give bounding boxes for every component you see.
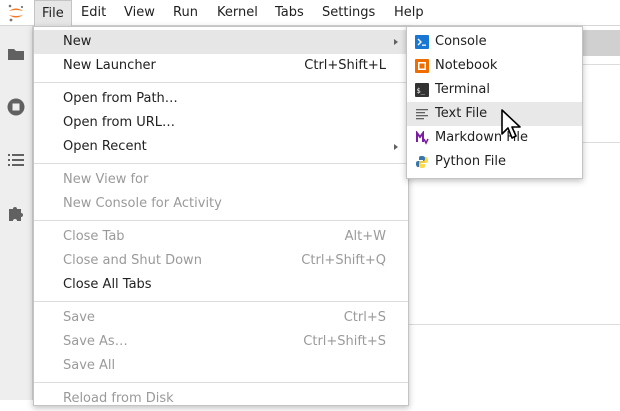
menu-item-label: Open from Path… (63, 91, 178, 106)
menu-run[interactable]: Run (166, 0, 205, 26)
menu-view[interactable]: View (117, 0, 162, 26)
menu-settings[interactable]: Settings (315, 0, 382, 26)
shortcut-label: Ctrl+Shift+L (304, 58, 386, 73)
menu-item-close-all-tabs[interactable]: Close All Tabs (34, 273, 408, 297)
menu-separator (34, 301, 408, 302)
new-submenu: Console Notebook $_ Terminal Text File M… (406, 26, 583, 179)
submenu-item-label: Console (435, 34, 487, 49)
menu-item-label: Close and Shut Down (63, 253, 202, 268)
menu-item-open-recent[interactable]: Open Recent (34, 135, 408, 159)
menu-item-save-all: Save All (34, 354, 408, 378)
menu-edit[interactable]: Edit (74, 0, 113, 26)
menu-file[interactable]: File (34, 0, 72, 26)
svg-text:$_: $_ (417, 87, 426, 95)
menu-item-new-launcher[interactable]: New Launcher Ctrl+Shift+L (34, 54, 408, 78)
submenu-item-markdown-file[interactable]: Markdown File (407, 126, 582, 150)
menu-item-open-from-path[interactable]: Open from Path… (34, 87, 408, 111)
menu-help[interactable]: Help (387, 0, 431, 26)
mouse-pointer-icon (501, 109, 521, 139)
shortcut-label: Alt+W (344, 229, 386, 244)
terminal-icon: $_ (415, 83, 429, 97)
submenu-arrow-icon (394, 39, 398, 45)
file-menu: New New Launcher Ctrl+Shift+L Open from … (33, 26, 409, 406)
toc-icon[interactable] (6, 150, 26, 170)
submenu-item-label: Text File (435, 106, 488, 121)
console-icon (415, 35, 429, 49)
menu-kernel[interactable]: Kernel (210, 0, 265, 26)
python-icon (416, 156, 428, 168)
menu-item-label: New View for (63, 172, 149, 187)
submenu-item-console[interactable]: Console (407, 30, 582, 54)
menu-item-open-from-url[interactable]: Open from URL… (34, 111, 408, 135)
menu-item-close-and-shut-down: Close and Shut Down Ctrl+Shift+Q (34, 249, 408, 273)
markdown-icon (416, 131, 429, 145)
submenu-item-text-file[interactable]: Text File (407, 102, 582, 126)
menu-item-save-as: Save As… Ctrl+Shift+S (34, 330, 408, 354)
menu-item-label: Save (63, 310, 95, 325)
running-icon[interactable] (6, 97, 26, 117)
background-tab-bar (582, 30, 620, 56)
shortcut-label: Ctrl+S (343, 310, 386, 325)
menu-tabs[interactable]: Tabs (268, 0, 311, 26)
menu-item-label: New Console for Activity (63, 196, 222, 211)
submenu-item-notebook[interactable]: Notebook (407, 54, 582, 78)
menu-item-label: Reload from Disk (63, 391, 174, 406)
menu-item-label: Save As… (63, 334, 128, 349)
menu-item-label: Close Tab (63, 229, 125, 244)
submenu-item-label: Terminal (435, 82, 490, 97)
menu-item-reload-from-disk: Reload from Disk (34, 387, 408, 411)
menu-item-label: New (63, 34, 92, 49)
menu-item-label: Save All (63, 358, 116, 373)
submenu-item-terminal[interactable]: $_ Terminal (407, 78, 582, 102)
menu-item-save: Save Ctrl+S (34, 306, 408, 330)
submenu-item-label: Notebook (435, 58, 498, 73)
notebook-icon (415, 59, 429, 73)
menubar: File Edit View Run Kernel Tabs Settings … (0, 0, 620, 26)
left-sidebar (0, 26, 33, 400)
menu-item-label: Open Recent (63, 139, 147, 154)
shortcut-label: Ctrl+Shift+Q (301, 253, 386, 268)
jupyter-logo-icon[interactable] (6, 3, 26, 23)
extension-icon[interactable] (6, 203, 26, 223)
divider (409, 324, 620, 325)
menu-item-label: Close All Tabs (63, 277, 152, 292)
text-file-icon (416, 109, 428, 120)
menu-item-new-view-for: New View for (34, 168, 408, 192)
menu-item-new[interactable]: New (34, 30, 408, 54)
folder-icon[interactable] (6, 44, 26, 64)
menu-separator (34, 220, 408, 221)
submenu-item-python-file[interactable]: Python File (407, 150, 582, 174)
menu-separator (34, 82, 408, 83)
menu-item-close-tab: Close Tab Alt+W (34, 225, 408, 249)
menu-separator (34, 382, 408, 383)
shortcut-label: Ctrl+Shift+S (303, 334, 386, 349)
menu-item-label: New Launcher (63, 58, 156, 73)
submenu-item-label: Python File (435, 154, 506, 169)
submenu-arrow-icon (394, 144, 398, 150)
menu-item-label: Open from URL… (63, 115, 176, 130)
menu-item-new-console-for-activity: New Console for Activity (34, 192, 408, 216)
menu-separator (34, 163, 408, 164)
